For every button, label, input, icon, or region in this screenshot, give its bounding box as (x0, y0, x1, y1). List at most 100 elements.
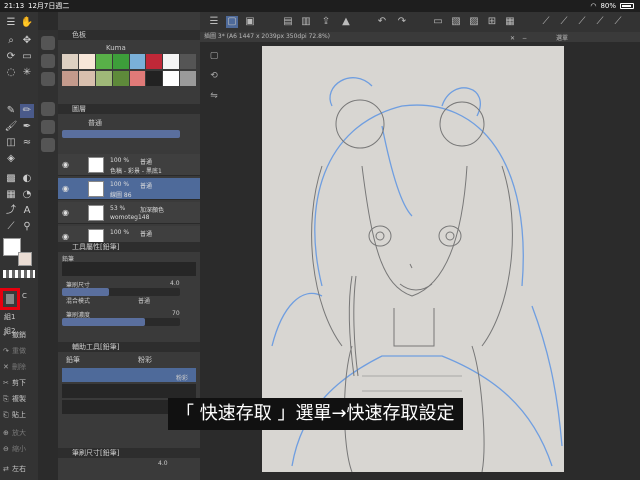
snap-ruler-icon[interactable]: ⟋ (540, 16, 552, 28)
color-swatch[interactable] (95, 70, 112, 86)
snap-special-icon[interactable]: ⟋ (558, 16, 570, 28)
delete-icon: ✕ (3, 363, 9, 371)
color-swatch[interactable] (78, 54, 95, 69)
hand-icon[interactable]: ✋ (20, 16, 34, 30)
menu-undo[interactable]: ↶ 撤銷 (3, 328, 39, 342)
save-icon[interactable]: ▣ (244, 16, 256, 28)
snap-perspective-icon[interactable]: ⟋ (594, 16, 606, 28)
eye-icon[interactable]: ◉ (62, 184, 69, 193)
color-swatch[interactable] (129, 70, 146, 86)
correct-line-icon[interactable]: ⤴ (4, 204, 18, 218)
color-swatch[interactable] (62, 70, 78, 86)
transparent-color-swatch[interactable] (3, 270, 35, 278)
layer-row[interactable]: ◉ 53 % womoteg148 加深顏色 (58, 202, 200, 224)
triangle-icon[interactable]: ▲ (340, 16, 352, 28)
redo-top-icon[interactable]: ↷ (396, 16, 408, 28)
sub-color-swatch[interactable] (18, 252, 32, 266)
color-swatch[interactable] (112, 70, 129, 86)
sub-tool-item-2[interactable] (62, 384, 196, 398)
eye-icon[interactable]: ◉ (62, 232, 69, 241)
eye-icon[interactable]: ◉ (62, 160, 69, 169)
menu-cut[interactable]: ✂ 剪下 (3, 376, 39, 390)
eraser-icon[interactable]: ◫ (4, 136, 18, 150)
zoom-icon[interactable]: ⌕ (4, 34, 18, 48)
figure-icon[interactable]: ◐ (20, 172, 34, 186)
rotate-icon[interactable]: ⟲ (208, 70, 220, 82)
menu-paste[interactable]: ⎗ 貼上 (3, 408, 39, 422)
layer-panel-icon[interactable] (41, 102, 55, 116)
navigator-icon[interactable] (41, 138, 55, 152)
sub-tool-tab-pastel[interactable]: 粉彩 (138, 355, 152, 365)
brush-size-slider[interactable] (62, 288, 180, 296)
open-icon[interactable]: ▥ (300, 16, 312, 28)
brush-size-panel-value[interactable]: 4.0 (158, 460, 168, 467)
layer-transform-icon[interactable]: ⊞ (486, 16, 498, 28)
export-icon[interactable]: ⇪ (320, 16, 332, 28)
color-swatch[interactable] (129, 54, 146, 69)
color-swatch[interactable] (78, 70, 95, 86)
menu-flip[interactable]: ⇄ 左右 (3, 462, 39, 476)
fit-icon[interactable]: ▢ (208, 50, 220, 62)
color-swatch[interactable] (146, 54, 163, 69)
menu-zoom-in[interactable]: ⊕ 放大 (3, 426, 39, 440)
ruler-icon[interactable]: ⟋ (4, 220, 18, 234)
layer-property-icon[interactable] (41, 120, 55, 134)
eyedropper-icon[interactable]: ⚲ (20, 220, 34, 234)
canvas-icon[interactable]: ▢ (226, 16, 238, 28)
document-tab[interactable]: 插圖 3* (A6 1447 x 2039px 350dpi 72.8%) (200, 32, 500, 42)
color-slider-icon[interactable] (41, 54, 55, 68)
brush-density-slider[interactable] (62, 318, 180, 326)
color-set-icon[interactable] (41, 72, 55, 86)
quick-access-button[interactable] (0, 288, 20, 310)
balloon-icon[interactable]: ◔ (20, 188, 34, 202)
text-icon[interactable]: A (20, 204, 34, 218)
layer-fill-icon[interactable]: ▧ (450, 16, 462, 28)
menu-zoom-out[interactable]: ⊖ 縮小 (3, 442, 39, 456)
color-swatch[interactable] (163, 54, 180, 69)
color-swatch[interactable] (95, 54, 112, 69)
pencil-icon[interactable]: ✏ (20, 104, 34, 118)
layer-opacity-slider[interactable] (62, 130, 180, 138)
menu-delete[interactable]: ✕ 刪除 (3, 360, 39, 374)
select-rect-icon[interactable]: ▭ (20, 50, 34, 64)
menu-icon[interactable]: ☰ (4, 16, 18, 30)
color-swatch[interactable] (112, 54, 129, 69)
layer-row[interactable]: ◉ 100 % 色稿 - 彩景 - 黑底1 普通 (58, 154, 200, 176)
gradient-icon[interactable]: ▩ (4, 172, 18, 186)
color-swatch[interactable] (62, 54, 78, 69)
menu-copy[interactable]: ⎘ 複製 (3, 392, 39, 406)
color-circle-icon[interactable] (41, 36, 55, 50)
layer-new-icon[interactable]: ▭ (432, 16, 444, 28)
eye-icon[interactable]: ◉ (62, 208, 69, 217)
color-swatch[interactable] (146, 70, 163, 86)
flip-canvas-icon[interactable]: ⇋ (208, 90, 220, 102)
color-set-name[interactable]: Kuma (106, 44, 126, 52)
blend-icon[interactable]: ≈ (20, 136, 34, 150)
menu-redo[interactable]: ↷ 重做 (3, 344, 39, 358)
fill-icon[interactable]: ◈ (4, 152, 18, 166)
layer-blend-mode[interactable]: 普通 (88, 118, 102, 128)
blend-mode-value[interactable]: 普通 (138, 296, 150, 305)
layer-select-icon[interactable]: ▦ (504, 16, 516, 28)
brush-density-value[interactable]: 70 (172, 310, 180, 317)
color-swatch[interactable] (180, 54, 196, 69)
hamburger-icon[interactable]: ☰ (208, 16, 220, 28)
color-swatch[interactable] (163, 70, 180, 86)
layer-clear-icon[interactable]: ▨ (468, 16, 480, 28)
new-icon[interactable]: ▤ (282, 16, 294, 28)
pen-icon[interactable]: ✎ (4, 104, 18, 118)
undo-top-icon[interactable]: ↶ (376, 16, 388, 28)
sub-tool-tab-pencil[interactable]: 鉛筆 (66, 355, 80, 365)
frame-icon[interactable]: ▦ (4, 188, 18, 202)
magic-wand-icon[interactable]: ✳ (20, 66, 34, 80)
lasso-icon[interactable]: ◌ (4, 66, 18, 80)
move-icon[interactable]: ✥ (20, 34, 34, 48)
color-swatch[interactable] (180, 70, 196, 86)
layer-row[interactable]: ◉ 100 % 線圖 86 普通 (58, 178, 200, 200)
snap-grid-icon[interactable]: ⟋ (576, 16, 588, 28)
airbrush-icon[interactable]: ✒ (20, 120, 34, 134)
brush-icon[interactable]: 🖌 (4, 120, 18, 134)
snap-more-icon[interactable]: ⟋ (612, 16, 624, 28)
select-lasso-icon[interactable]: ⟳ (4, 50, 18, 64)
brush-size-value[interactable]: 4.0 (170, 280, 180, 287)
